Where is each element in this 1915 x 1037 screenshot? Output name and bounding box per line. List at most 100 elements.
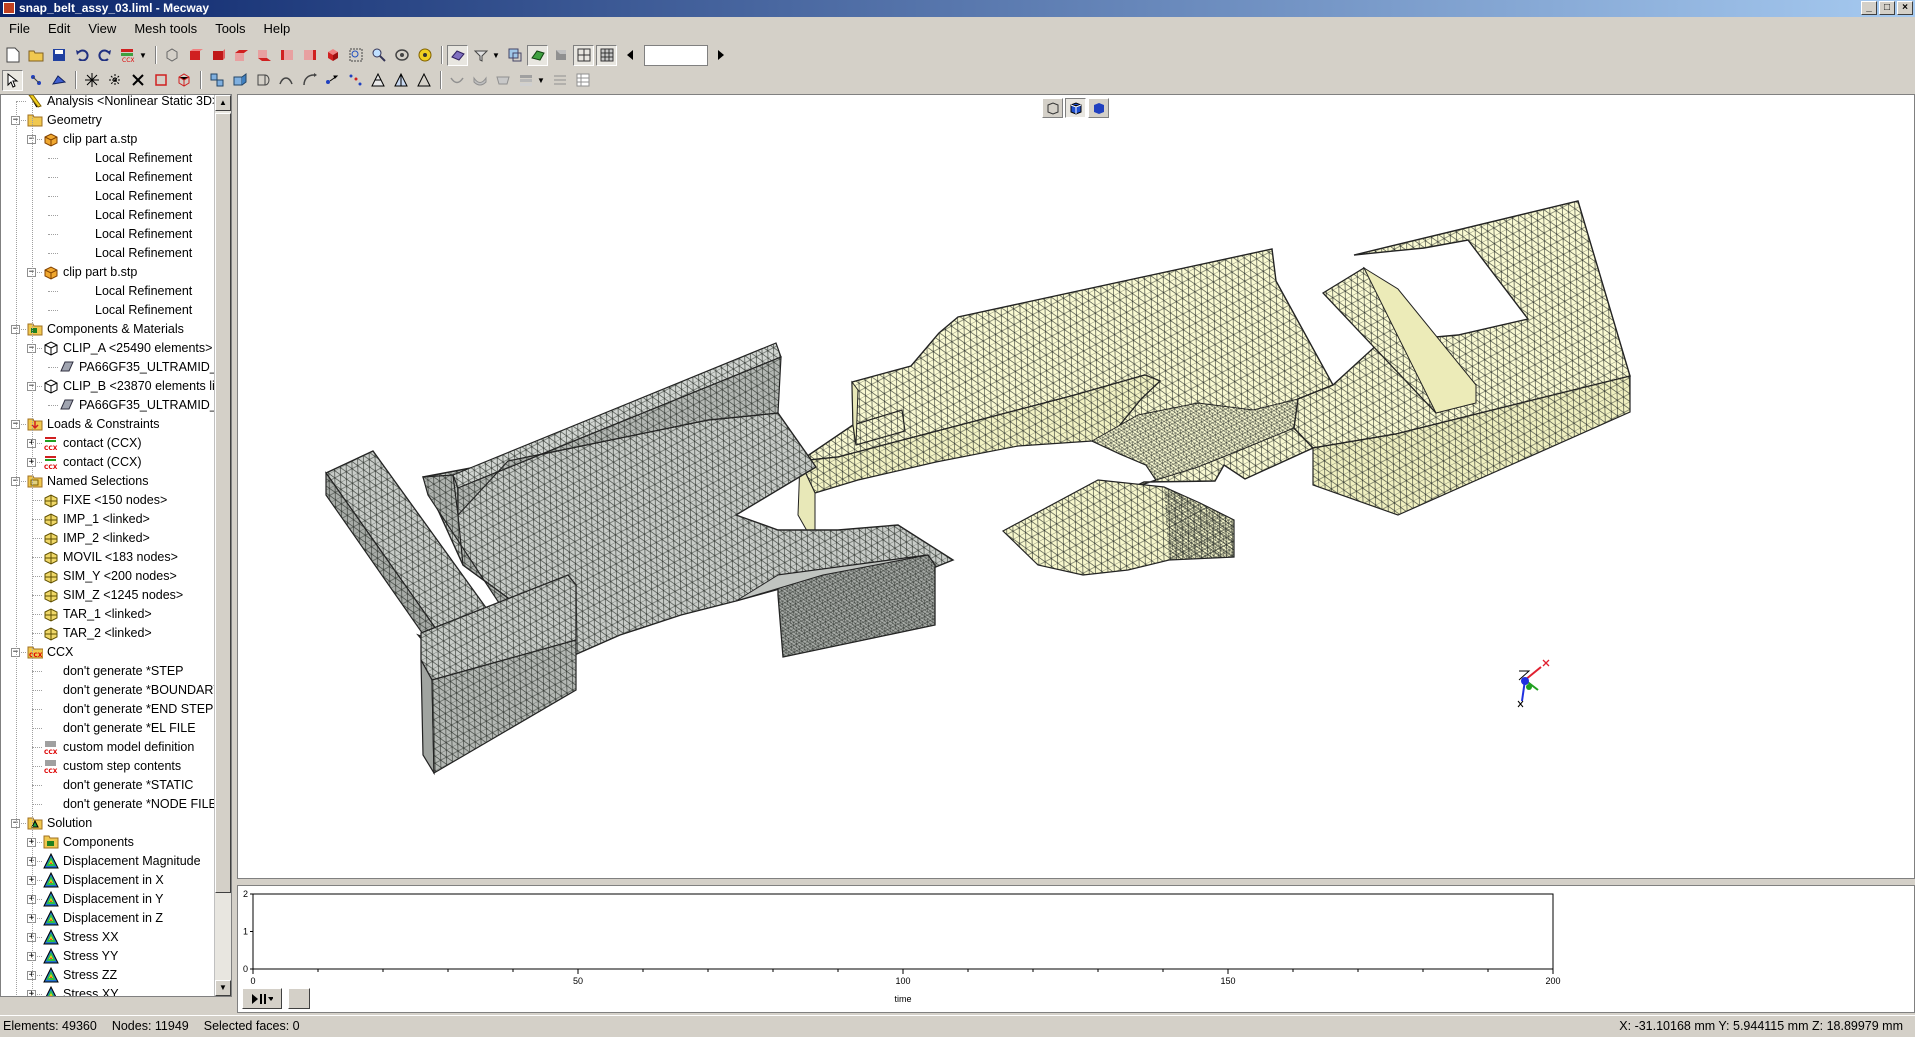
list-icon[interactable] xyxy=(549,70,570,91)
rotate-icon[interactable] xyxy=(391,45,412,66)
curve-tool-1-icon[interactable] xyxy=(446,70,467,91)
tree-item-local-refinement[interactable]: Local Refinement xyxy=(95,187,192,205)
merge-nodes-icon[interactable] xyxy=(104,70,125,91)
tree-item-clip-b-23870-elements-linke[interactable]: CLIP_B <23870 elements linke xyxy=(43,377,231,395)
display-mode-icon[interactable] xyxy=(447,44,468,66)
undo-icon[interactable] xyxy=(71,45,92,66)
tree-item-imp-2-linked[interactable]: IMP_2 <linked> xyxy=(43,529,150,547)
tree-item-pa66gf35-ultramid-ba[interactable]: PA66GF35_ULTRAMID_BA xyxy=(59,358,231,376)
tree-item-clip-part-a-stp[interactable]: clip part a.stp xyxy=(43,130,137,148)
tree-item-components[interactable]: Components xyxy=(43,833,134,851)
move-nodes-icon[interactable] xyxy=(321,70,342,91)
pan-icon[interactable] xyxy=(414,45,435,66)
new-file-icon[interactable] xyxy=(2,45,23,66)
tree-item-local-refinement[interactable]: Local Refinement xyxy=(95,225,192,243)
tree-item-fixe-150-nodes[interactable]: FIXE <150 nodes> xyxy=(43,491,167,509)
model-viewport[interactable] xyxy=(237,94,1915,879)
select-nodes-icon[interactable] xyxy=(25,70,46,91)
tree-item-contact-ccx[interactable]: CCX contact (CCX) xyxy=(43,434,142,452)
tree-item-displacement-magnitude[interactable]: Displacement Magnitude xyxy=(43,852,201,870)
tree-item-clip-part-b-stp[interactable]: clip part b.stp xyxy=(43,263,137,281)
tree-item-stress-yy[interactable]: Stress YY xyxy=(43,947,118,965)
tree-item-sim-z-1245-nodes[interactable]: SIM_Z <1245 nodes> xyxy=(43,586,183,604)
new-3d-element-icon[interactable] xyxy=(173,70,194,91)
view-top-icon[interactable] xyxy=(230,45,251,66)
play-pause-button[interactable] xyxy=(242,988,282,1009)
scroll-up-button[interactable]: ▲ xyxy=(215,95,231,111)
selection-filter-dropdown-icon[interactable]: ▼ xyxy=(491,45,501,66)
tree-item-stress-xx[interactable]: Stress XX xyxy=(43,928,119,946)
save-icon[interactable] xyxy=(48,45,69,66)
tree-item-don-t-generate-static[interactable]: don't generate *STATIC xyxy=(63,776,193,794)
sweep-icon[interactable] xyxy=(275,70,296,91)
bend-icon[interactable] xyxy=(298,70,319,91)
tree-item-solution[interactable]: Solution xyxy=(27,814,92,832)
mesh-edges-icon[interactable] xyxy=(596,44,617,66)
layers-icon[interactable] xyxy=(515,70,536,91)
select-arrow-icon[interactable] xyxy=(2,69,23,91)
tree-item-geometry[interactable]: Geometry xyxy=(27,111,102,129)
tree-scrollbar[interactable]: ▲ ▼ xyxy=(214,95,231,996)
revolve-icon[interactable] xyxy=(252,70,273,91)
view-back-icon[interactable] xyxy=(207,45,228,66)
menu-view[interactable]: View xyxy=(79,19,125,39)
menu-mesh-tools[interactable]: Mesh tools xyxy=(125,19,206,39)
minimize-button[interactable]: _ xyxy=(1861,1,1877,15)
table-icon[interactable] xyxy=(572,70,593,91)
menu-edit[interactable]: Edit xyxy=(39,19,79,39)
menu-tools[interactable]: Tools xyxy=(206,19,254,39)
tree-item-local-refinement[interactable]: Local Refinement xyxy=(95,301,192,319)
tree-item-local-refinement[interactable]: Local Refinement xyxy=(95,149,192,167)
selection-filter-icon[interactable] xyxy=(470,45,491,66)
menu-file[interactable]: File xyxy=(0,19,39,39)
tree-item-don-t-generate-node-file[interactable]: don't generate *NODE FILE xyxy=(63,795,217,813)
curve-tool-2-icon[interactable] xyxy=(469,70,490,91)
tree-item-named-selections[interactable]: Named Selections xyxy=(27,472,148,490)
tree-item-don-t-generate-end-step[interactable]: don't generate *END STEP xyxy=(63,700,213,718)
new-element-icon[interactable] xyxy=(150,70,171,91)
extrude-icon[interactable] xyxy=(229,70,250,91)
step-button[interactable] xyxy=(288,988,310,1009)
tree-item-clip-a-25490-elements[interactable]: CLIP_A <25490 elements> xyxy=(43,339,212,357)
tree-item-local-refinement[interactable]: Local Refinement xyxy=(95,282,192,300)
tree-item-custom-model-definition[interactable]: CCX custom model definition xyxy=(43,738,194,756)
tree-item-tar-2-linked[interactable]: TAR_2 <linked> xyxy=(43,624,152,642)
view-left-icon[interactable] xyxy=(276,45,297,66)
view-bottom-icon[interactable] xyxy=(253,45,274,66)
menu-help[interactable]: Help xyxy=(255,19,300,39)
tree-item-don-t-generate-el-file[interactable]: don't generate *EL FILE xyxy=(63,719,196,737)
tree-item-local-refinement[interactable]: Local Refinement xyxy=(95,168,192,186)
zoom-icon[interactable] xyxy=(368,45,389,66)
tree-item-components-materials[interactable]: Components & Materials xyxy=(27,320,184,338)
tree-item-don-t-generate-step[interactable]: don't generate *STEP xyxy=(63,662,184,680)
scroll-thumb[interactable] xyxy=(215,113,231,893)
scroll-down-button[interactable]: ▼ xyxy=(215,980,231,996)
triangle-outline-icon[interactable] xyxy=(413,70,434,91)
tree-item-pa66gf35-ultramid-ba[interactable]: PA66GF35_ULTRAMID_BA xyxy=(59,396,231,414)
mesh-triangle-icon[interactable] xyxy=(367,70,388,91)
refine-icon[interactable] xyxy=(206,70,227,91)
zoom-window-icon[interactable] xyxy=(345,45,366,66)
view-iso-icon[interactable] xyxy=(322,45,343,66)
tree-item-loads-constraints[interactable]: Loads & Constraints xyxy=(27,415,160,433)
tree-item-local-refinement[interactable]: Local Refinement xyxy=(95,244,192,262)
shaded-edges-icon[interactable] xyxy=(527,44,548,66)
tree-item-local-refinement[interactable]: Local Refinement xyxy=(95,206,192,224)
close-button[interactable]: × xyxy=(1897,1,1913,15)
maximize-button[interactable]: □ xyxy=(1879,1,1895,15)
layers-dropdown-icon[interactable]: ▼ xyxy=(536,70,546,91)
tree-item-movil-183-nodes[interactable]: MOVIL <183 nodes> xyxy=(43,548,178,566)
tree-item-displacement-in-x[interactable]: Displacement in X xyxy=(43,871,164,889)
curve-tool-3-icon[interactable] xyxy=(492,70,513,91)
transparency-icon[interactable] xyxy=(504,45,525,66)
open-folder-icon[interactable] xyxy=(25,45,46,66)
tree-item-custom-step-contents[interactable]: CCX custom step contents xyxy=(43,757,181,775)
tree-item-displacement-in-z[interactable]: Displacement in Z xyxy=(43,909,163,927)
tree-item-stress-xy[interactable]: Stress XY xyxy=(43,985,119,996)
step-back-icon[interactable] xyxy=(619,45,640,66)
tree-item-tar-1-linked[interactable]: TAR_1 <linked> xyxy=(43,605,152,623)
select-elements-icon[interactable] xyxy=(48,70,69,91)
result-scale-slider[interactable] xyxy=(644,44,708,66)
tree-item-imp-1-linked[interactable]: IMP_1 <linked> xyxy=(43,510,150,528)
solve-dropdown-icon[interactable]: ▼ xyxy=(138,45,148,66)
